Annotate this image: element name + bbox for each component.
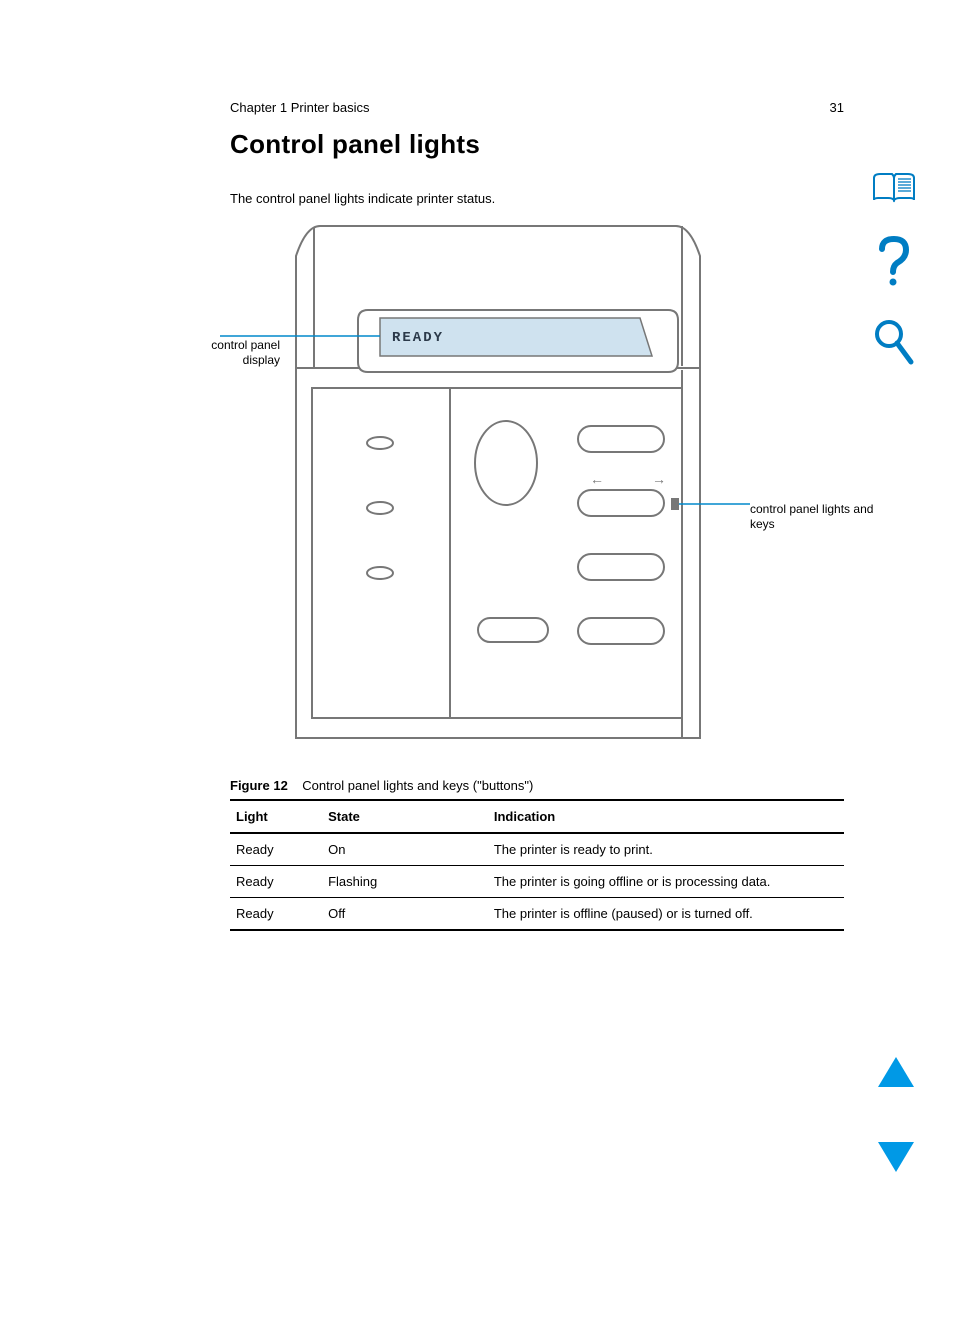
table-row: Ready On The printer is ready to print. xyxy=(230,833,844,866)
col-state: State xyxy=(322,800,488,833)
page-content: Chapter 1 Printer basics 31 Control pane… xyxy=(0,0,954,931)
page-number: 31 xyxy=(830,100,844,115)
figure-id: Figure 12 xyxy=(230,778,288,793)
svg-text:←: ← xyxy=(590,471,604,487)
callout-keys: control panel lights and keys xyxy=(750,502,880,532)
page-nav xyxy=(876,1055,916,1179)
page-title: Control panel lights xyxy=(230,129,844,160)
col-indication: Indication xyxy=(488,800,844,833)
table-row: Ready Off The printer is offline (paused… xyxy=(230,897,844,930)
table-row: Ready Flashing The printer is going offl… xyxy=(230,865,844,897)
nav-down-icon[interactable] xyxy=(876,1140,916,1179)
figure-caption: Control panel lights and keys ("buttons"… xyxy=(302,778,533,793)
col-light: Light xyxy=(230,800,322,833)
nav-up-icon[interactable] xyxy=(876,1055,916,1094)
printer-illustration: ← → xyxy=(220,218,860,758)
breadcrumb: Chapter 1 Printer basics xyxy=(230,100,844,115)
callout-display: control panel display xyxy=(210,338,280,368)
intro-text: The control panel lights indicate printe… xyxy=(230,190,844,208)
svg-text:→: → xyxy=(652,471,666,487)
lights-table: Light State Indication Ready On The prin… xyxy=(230,799,844,931)
figure: control panel display control panel ligh… xyxy=(220,218,844,758)
lcd-status-text: READY xyxy=(392,330,444,346)
